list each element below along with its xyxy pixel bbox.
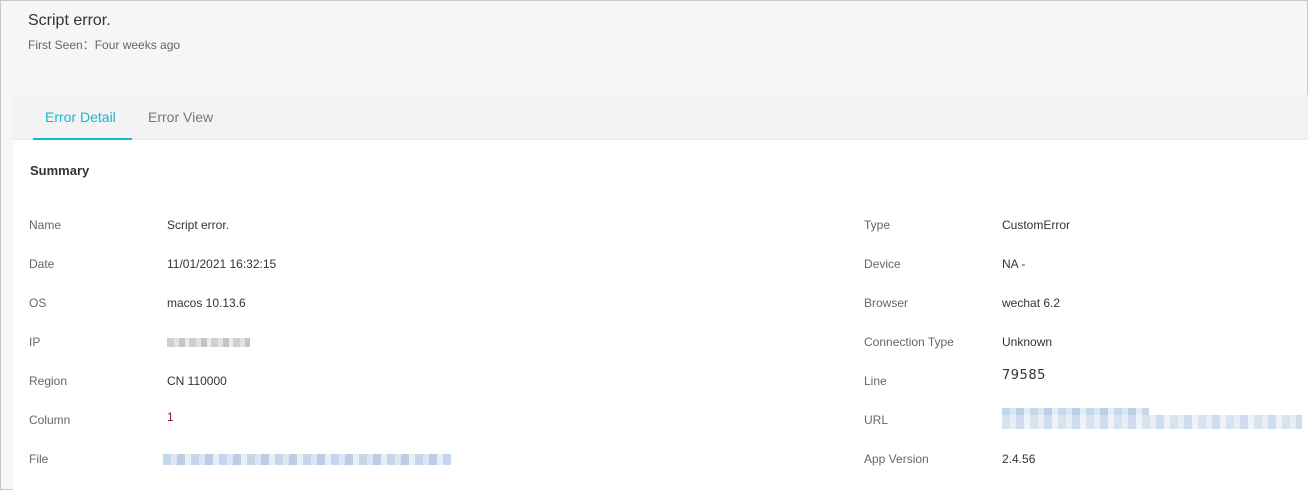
field-browser: Browser wechat 6.2: [13, 295, 1308, 311]
field-connection-type: Connection Type Unknown: [13, 334, 1308, 350]
field-app-version: App Version 2.4.56: [13, 451, 1308, 467]
tab-bar: Error Detail Error View: [13, 95, 1308, 140]
field-value: 2.4.56: [1002, 452, 1036, 466]
error-page: Script error. First Seen：Four weeks ago …: [0, 0, 1308, 490]
summary-heading: Summary: [30, 163, 90, 178]
field-label: Browser: [864, 296, 909, 310]
field-value: Unknown: [1002, 335, 1053, 349]
field-label: Line: [864, 374, 887, 388]
field-label: Device: [864, 257, 901, 271]
redacted-url-line2[interactable]: [1002, 415, 1302, 429]
field-line: Line 79585: [13, 368, 1308, 389]
page-title: Script error.: [28, 12, 111, 29]
summary-panel: Summary Name Script error. Type CustomError…: [13, 140, 1308, 490]
first-seen-label: First Seen：: [28, 38, 95, 52]
redacted-url[interactable]: [1002, 408, 1149, 415]
field-type: Type CustomError: [13, 217, 1308, 233]
tab-error-detail[interactable]: Error Detail: [33, 95, 132, 140]
field-value: wechat 6.2: [1002, 296, 1061, 310]
field-label: Connection Type: [864, 335, 954, 349]
field-label: Type: [864, 218, 891, 232]
field-value: 79585: [1002, 368, 1046, 383]
field-label: URL: [864, 413, 889, 427]
field-url: URL: [13, 408, 1308, 429]
field-value: NA -: [1002, 257, 1026, 271]
tab-error-view[interactable]: Error View: [148, 95, 213, 140]
first-seen-value: Four weeks ago: [94, 38, 181, 52]
first-seen: First Seen：Four weeks ago: [28, 36, 180, 53]
field-label: App Version: [864, 452, 929, 466]
field-value: CustomError: [1002, 218, 1071, 232]
field-device: Device NA -: [13, 256, 1308, 272]
